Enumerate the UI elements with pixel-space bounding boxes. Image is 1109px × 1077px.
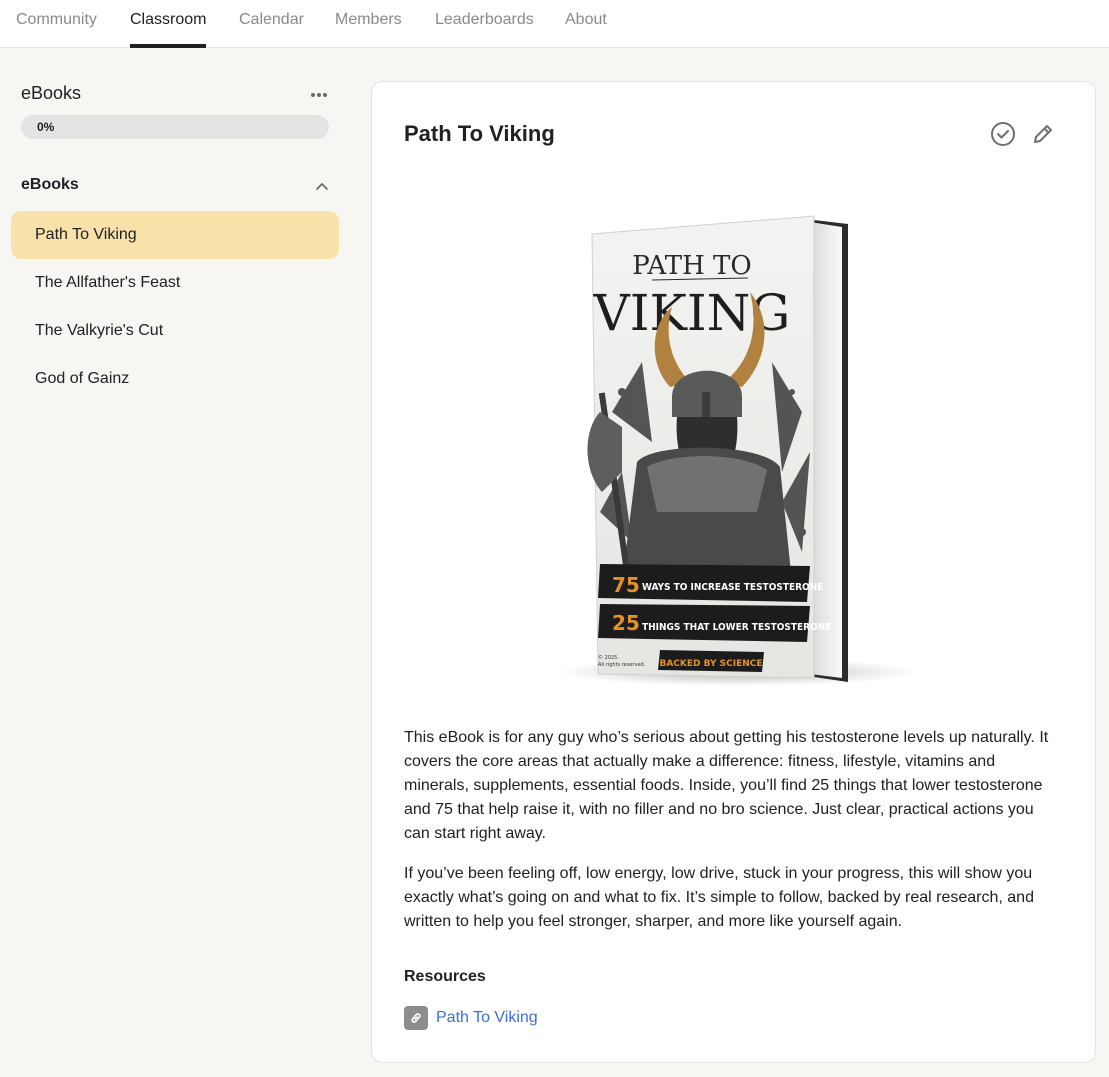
lesson-item-allfathers-feast[interactable]: The Allfather's Feast: [11, 259, 339, 307]
edit-button[interactable]: [1029, 120, 1057, 148]
lesson-description-paragraph-1: This eBook is for any guy who’s serious …: [404, 729, 1049, 842]
tab-classroom[interactable]: Classroom: [130, 0, 207, 48]
resources-heading: Resources: [404, 968, 486, 985]
cover-banner1-text: WAYS TO INCREASE TESTOSTERONE: [642, 582, 823, 593]
resource-link[interactable]: Path To Viking: [404, 1006, 538, 1030]
section-title: eBooks: [21, 176, 79, 193]
course-progress-bar: 0%: [21, 115, 329, 139]
tab-members[interactable]: Members: [335, 0, 402, 48]
section-header-ebooks[interactable]: eBooks: [21, 176, 331, 198]
cover-copyright-line2: All rights reserved.: [598, 662, 646, 668]
lesson-item-valkyries-cut[interactable]: The Valkyrie's Cut: [11, 307, 339, 355]
more-horizontal-icon: [311, 93, 327, 97]
lesson-description-paragraph-2: If you’ve been feeling off, low energy, …: [404, 865, 1034, 930]
cover-banner3-text: BACKED BY SCIENCE: [659, 659, 762, 669]
course-title: eBooks: [21, 83, 82, 103]
cover-banner2-number: 25: [612, 611, 640, 635]
resource-link-label: Path To Viking: [436, 1009, 538, 1026]
top-nav: Community Classroom Calendar Members Lea…: [0, 0, 1109, 48]
lesson-item-path-to-viking[interactable]: Path To Viking: [11, 211, 339, 259]
tab-calendar[interactable]: Calendar: [239, 0, 304, 48]
tab-community[interactable]: Community: [16, 0, 97, 48]
ebook-cover-image: PATH TO VIKING 75 WAYS TO INCREASE TESTO…: [552, 212, 922, 692]
check-circle-icon: [991, 122, 1015, 146]
tab-leaderboards[interactable]: Leaderboards: [435, 0, 534, 48]
more-options-button[interactable]: [308, 85, 330, 105]
cover-banner2-text: THINGS THAT LOWER TESTOSTERONE: [642, 622, 831, 633]
chevron-up-icon: [316, 183, 328, 190]
cover-title-line1: PATH TO: [632, 251, 751, 281]
cover-banner1-number: 75: [612, 573, 640, 597]
mark-complete-button[interactable]: [989, 120, 1017, 148]
tab-about[interactable]: About: [565, 0, 607, 48]
lesson-title: Path To Viking: [404, 121, 555, 146]
pencil-icon: [1034, 125, 1052, 143]
progress-label: 0%: [37, 120, 55, 134]
link-icon: [404, 1006, 428, 1030]
lesson-content-card: Path To Viking PATH TO VIKING 75 WAYS TO…: [371, 81, 1096, 1063]
lesson-item-god-of-gainz[interactable]: God of Gainz: [11, 355, 339, 403]
cover-copyright-line1: © 2025.: [598, 654, 619, 661]
